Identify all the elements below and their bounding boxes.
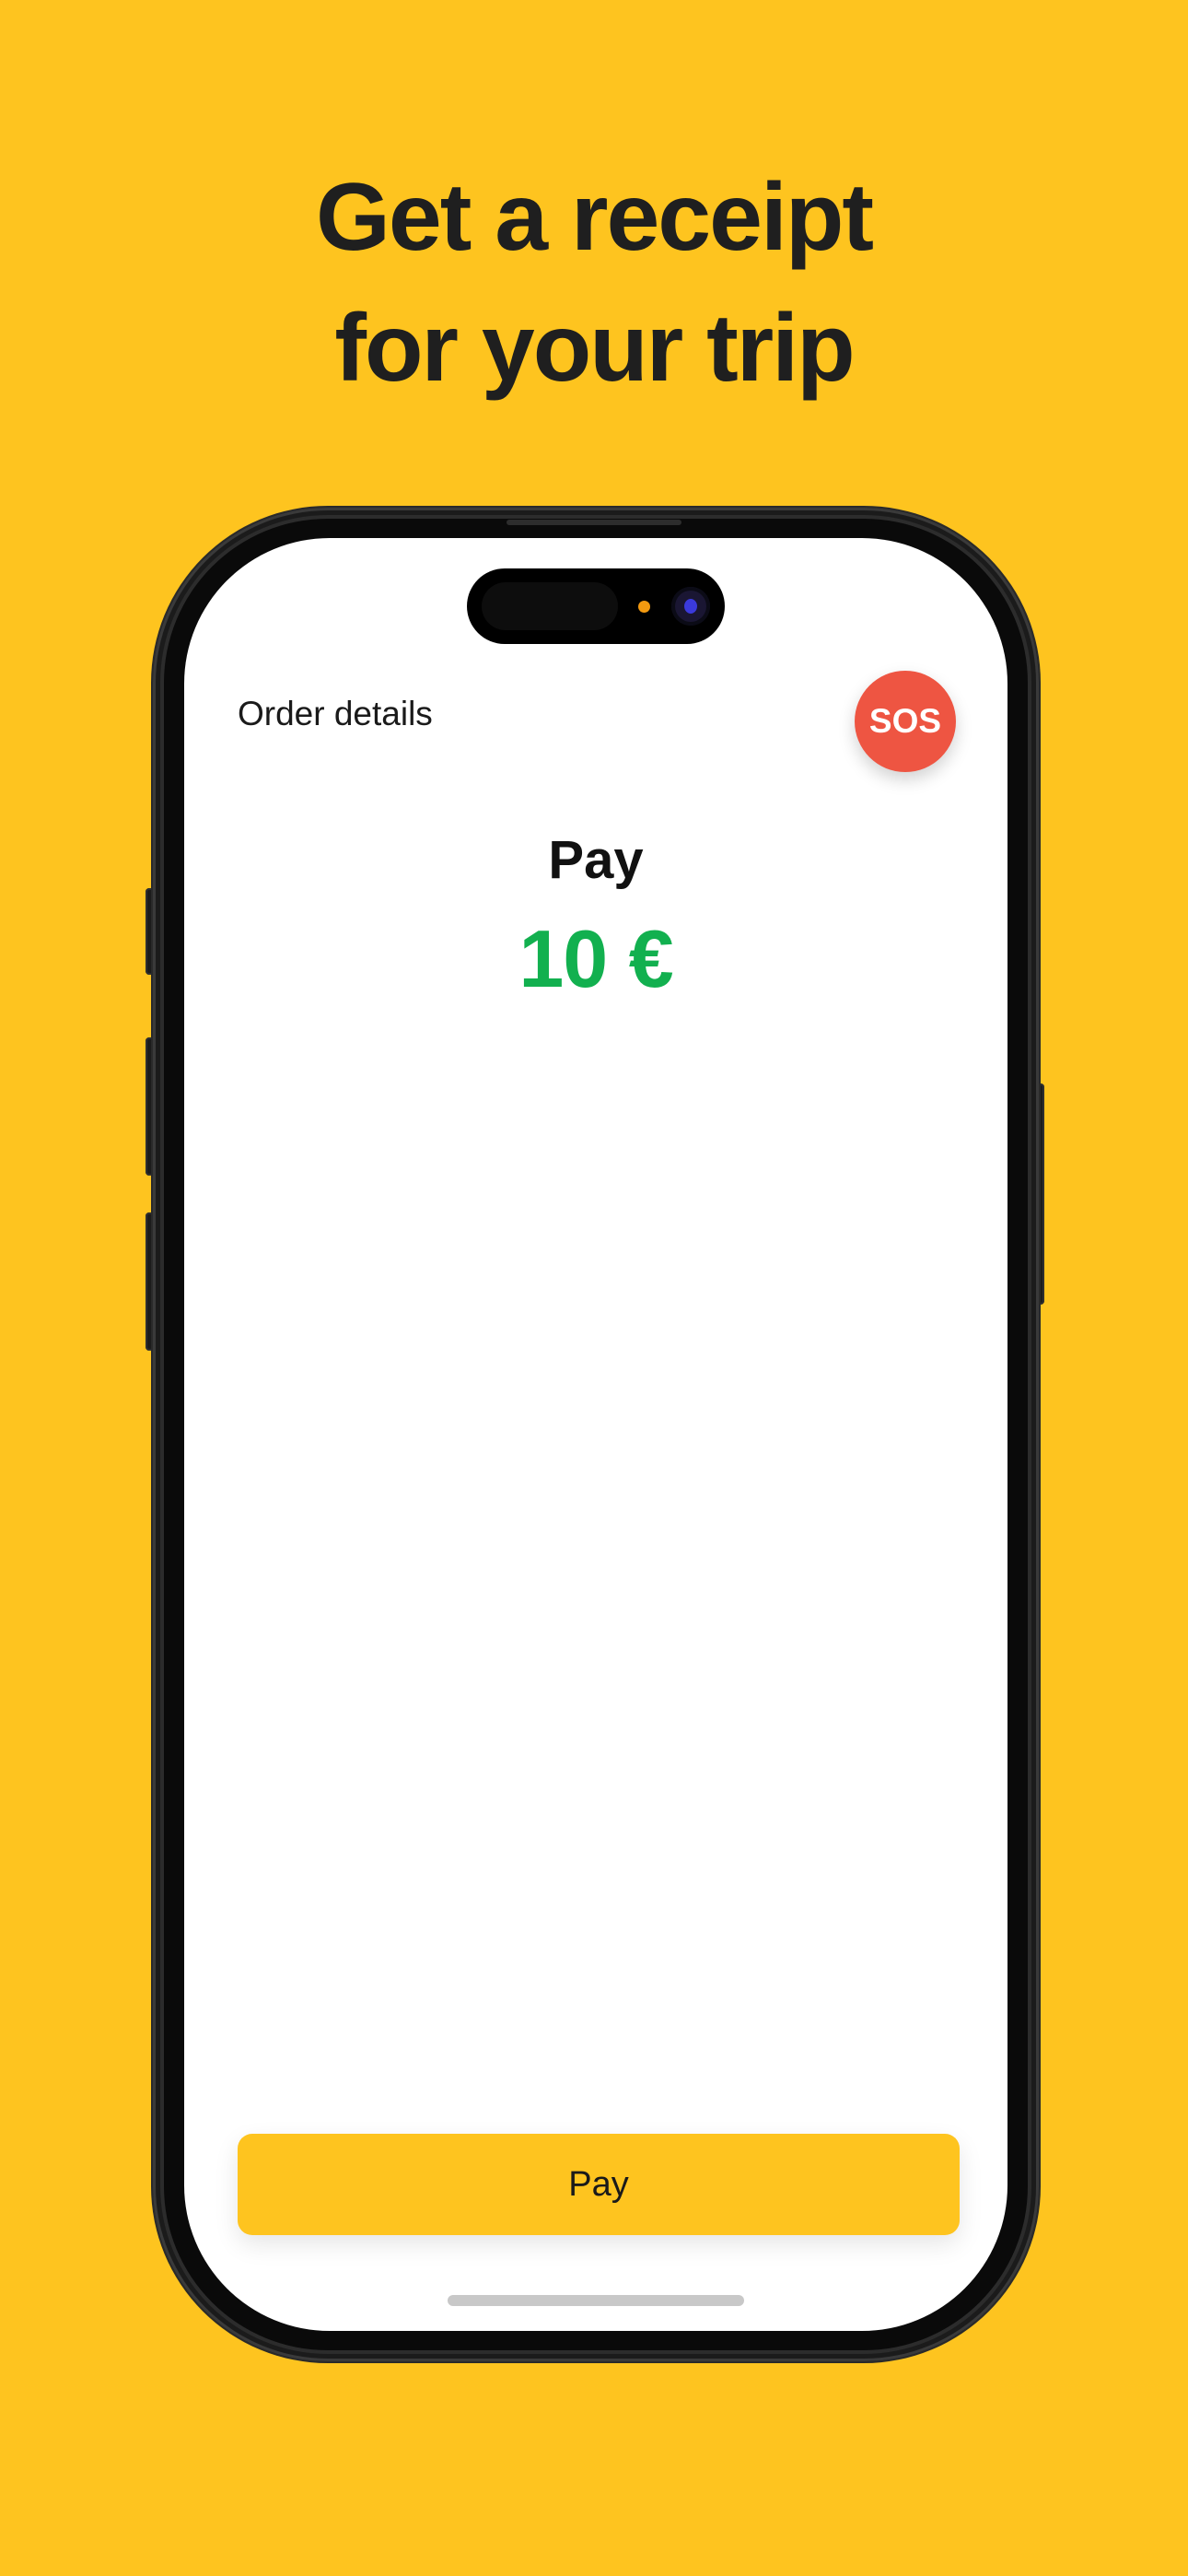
home-indicator[interactable] xyxy=(448,2295,744,2306)
dynamic-island xyxy=(467,568,725,644)
payment-amount: 10 € xyxy=(518,913,673,1004)
pay-heading: Pay xyxy=(548,830,644,890)
pay-button[interactable]: Pay xyxy=(238,2134,960,2235)
phone-speaker-grille xyxy=(507,520,681,525)
order-details-title: Order details xyxy=(238,695,433,732)
privacy-indicator-dot xyxy=(638,601,650,613)
front-camera-icon xyxy=(671,587,710,626)
phone-screen: Order details SOS Pay 10 € Pay xyxy=(184,538,1007,2331)
headline-line-2: for your trip xyxy=(334,295,855,402)
marketing-headline: Get a receipt for your trip xyxy=(0,152,1188,414)
sos-button[interactable]: SOS xyxy=(855,671,956,772)
headline-line-1: Get a receipt xyxy=(315,164,874,271)
dynamic-island-inner xyxy=(482,582,618,630)
